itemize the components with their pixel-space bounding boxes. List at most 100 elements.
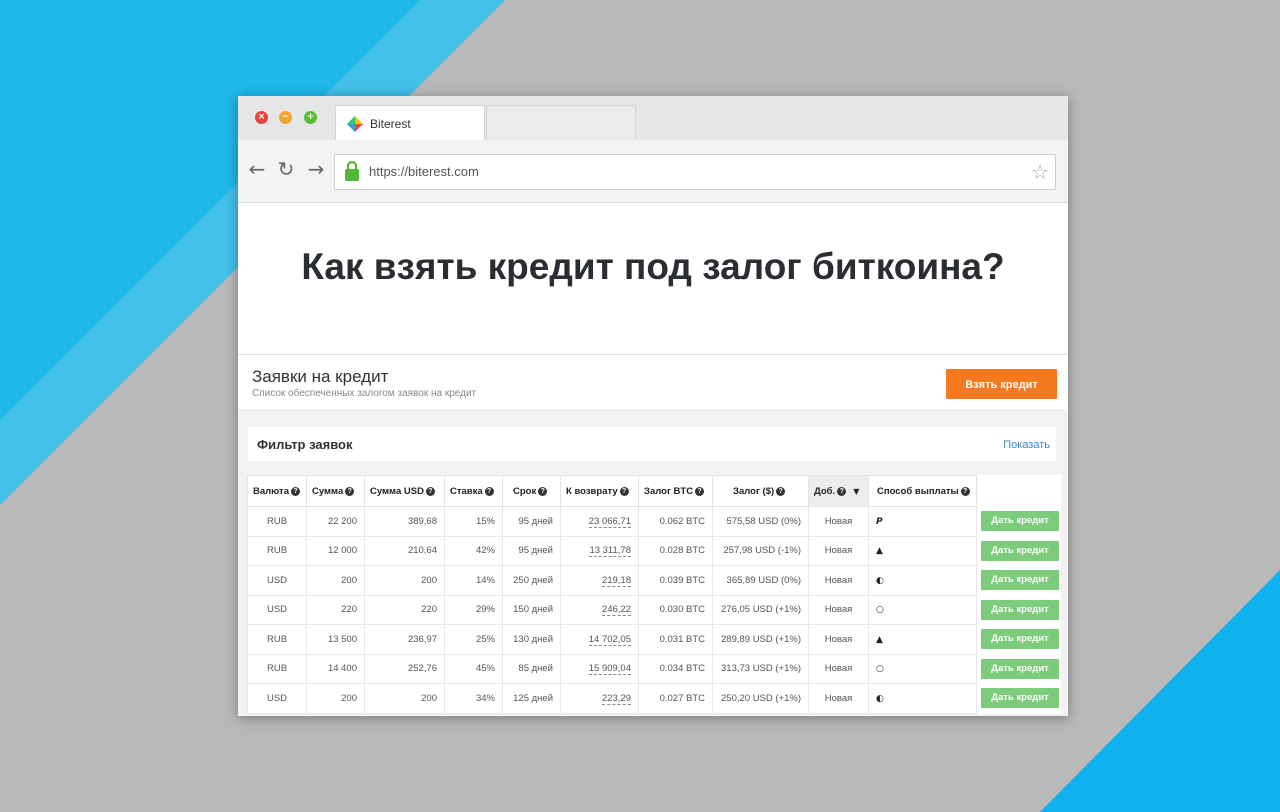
url-text[interactable]: https://biterest.com xyxy=(369,164,479,179)
collateral-btc-cell: 0.031 BTC xyxy=(638,624,713,655)
page-header: Заявки на кредит Список обеспеченных зал… xyxy=(238,355,1068,409)
amount-usd-cell: 252,76 xyxy=(364,653,445,684)
currency-cell: RUB xyxy=(247,653,307,684)
return-cell[interactable]: 13 311,78 xyxy=(560,535,639,566)
payment-method-cell: ◐ xyxy=(868,683,977,714)
status-cell: Новая xyxy=(808,624,869,655)
payment-method-cell: ○ xyxy=(868,653,977,684)
currency-cell: RUB xyxy=(247,624,307,655)
column-header[interactable]: Залог BTC? xyxy=(638,475,713,507)
term-cell: 125 дней xyxy=(502,683,561,714)
column-header[interactable]: Срок? xyxy=(502,475,561,507)
return-amount-link[interactable]: 13 311,78 xyxy=(589,545,631,558)
ring-icon: ○ xyxy=(876,664,884,675)
forward-arrow-icon[interactable]: → xyxy=(305,158,327,180)
table-row: RUB 14 400 252,76 45% 85 дней 15 909,04 … xyxy=(247,653,1061,684)
collateral-btc-cell: 0.030 BTC xyxy=(638,594,713,625)
give-loan-button[interactable]: Дать кредит xyxy=(981,629,1059,650)
rate-cell: 14% xyxy=(444,565,503,596)
title-bar: × − + Biterest xyxy=(238,96,1068,141)
address-bar[interactable]: https://biterest.com ☆ xyxy=(334,154,1056,190)
loan-requests-table: Валюта? Сумма? Сумма USD? Ставка? Срок? … xyxy=(247,475,1061,714)
help-icon[interactable]: ? xyxy=(695,486,705,496)
help-icon[interactable]: ? xyxy=(776,486,786,496)
status-cell: Новая xyxy=(808,565,869,596)
back-arrow-icon[interactable]: ← xyxy=(246,158,268,180)
browser-toolbar: ← ↻ → https://biterest.com ☆ xyxy=(238,140,1068,203)
help-icon[interactable]: ? xyxy=(837,486,847,496)
column-header[interactable]: К возврату? xyxy=(560,475,639,507)
term-cell: 95 дней xyxy=(502,535,561,566)
column-header[interactable]: Валюта? xyxy=(247,475,307,507)
help-icon[interactable]: ? xyxy=(425,486,435,496)
browser-tab-new[interactable] xyxy=(486,105,636,141)
currency-cell: USD xyxy=(247,594,307,625)
amount-cell: 22 200 xyxy=(306,506,365,537)
help-icon[interactable]: ? xyxy=(484,486,494,496)
sort-caret-icon: ▼ xyxy=(853,486,860,496)
help-icon[interactable]: ? xyxy=(960,486,970,496)
column-header[interactable]: Способ выплаты? xyxy=(868,475,977,507)
term-cell: 95 дней xyxy=(502,506,561,537)
give-loan-button[interactable]: Дать кредит xyxy=(981,658,1059,679)
rate-cell: 45% xyxy=(444,653,503,684)
return-cell[interactable]: 14 702,05 xyxy=(560,624,639,655)
return-amount-link[interactable]: 15 909,04 xyxy=(588,663,631,676)
close-window-button[interactable]: × xyxy=(255,111,268,124)
help-icon[interactable]: ? xyxy=(291,486,300,496)
status-cell: Новая xyxy=(808,653,869,684)
rate-cell: 34% xyxy=(444,683,503,714)
rate-cell: 25% xyxy=(444,624,503,655)
action-column-header xyxy=(977,476,1061,507)
give-loan-button[interactable]: Дать кредит xyxy=(981,570,1059,591)
collateral-usd-cell: 250,20 USD (+1%) xyxy=(712,683,809,714)
bookmark-star-icon[interactable]: ☆ xyxy=(1031,160,1049,184)
return-amount-link[interactable]: 223,29 xyxy=(601,692,631,705)
payment-method-cell: ◐ xyxy=(868,565,977,596)
help-icon[interactable]: ? xyxy=(345,486,355,496)
help-icon[interactable]: ? xyxy=(538,486,548,496)
amount-usd-cell: 236,97 xyxy=(364,624,445,655)
give-loan-button[interactable]: Дать кредит xyxy=(981,540,1059,561)
biterest-logo-icon xyxy=(347,116,363,132)
minimize-window-button[interactable]: − xyxy=(279,111,292,124)
collateral-usd-cell: 313,73 USD (+1%) xyxy=(712,653,809,684)
return-amount-link[interactable]: 14 702,05 xyxy=(588,633,631,646)
maximize-window-button[interactable]: + xyxy=(304,111,317,124)
action-cell: Дать кредит xyxy=(977,595,1061,625)
table-row: RUB 12 000 210,64 42% 95 дней 13 311,78 … xyxy=(247,535,1061,566)
collateral-usd-cell: 575,58 USD (0%) xyxy=(712,506,809,537)
status-cell: Новая xyxy=(808,594,869,625)
column-header[interactable]: Сумма? xyxy=(306,475,365,507)
table-header-row: Валюта? Сумма? Сумма USD? Ставка? Срок? … xyxy=(247,475,1061,507)
amount-cell: 12 000 xyxy=(306,535,365,566)
return-cell[interactable]: 15 909,04 xyxy=(560,653,639,684)
give-loan-button[interactable]: Дать кредит xyxy=(981,599,1059,620)
column-header[interactable]: Сумма USD? xyxy=(364,475,445,507)
help-icon[interactable]: ? xyxy=(619,486,629,496)
payment-method-cell: ▲ xyxy=(868,535,977,566)
return-amount-link[interactable]: 219,18 xyxy=(601,574,631,587)
bank-icon: ▲ xyxy=(876,634,883,645)
take-loan-button[interactable]: Взять кредит xyxy=(946,369,1057,399)
column-header-sorted[interactable]: Доб.? ▼ xyxy=(808,475,869,507)
return-cell[interactable]: 23 066,71 xyxy=(560,506,639,537)
return-amount-link[interactable]: 23 066,71 xyxy=(588,515,631,528)
term-cell: 250 дней xyxy=(502,565,561,596)
return-cell[interactable]: 219,18 xyxy=(560,565,639,596)
reload-icon[interactable]: ↻ xyxy=(275,158,297,180)
collateral-usd-cell: 257,98 USD (-1%) xyxy=(712,535,809,566)
return-cell[interactable]: 246,22 xyxy=(560,594,639,625)
return-cell[interactable]: 223,29 xyxy=(560,683,639,714)
give-loan-button[interactable]: Дать кредит xyxy=(981,511,1059,532)
collateral-usd-cell: 365,89 USD (0%) xyxy=(712,565,809,596)
filter-show-link[interactable]: Показать xyxy=(1003,439,1050,451)
browser-tab-active[interactable]: Biterest xyxy=(335,105,485,141)
table-row: RUB 13 500 236,97 25% 130 дней 14 702,05… xyxy=(247,624,1061,655)
give-loan-button[interactable]: Дать кредит xyxy=(981,688,1059,709)
column-header[interactable]: Залог ($)? xyxy=(712,475,809,507)
status-cell: Новая xyxy=(808,683,869,714)
column-header[interactable]: Ставка? xyxy=(444,475,503,507)
return-amount-link[interactable]: 246,22 xyxy=(601,604,631,617)
action-cell: Дать кредит xyxy=(977,507,1061,537)
